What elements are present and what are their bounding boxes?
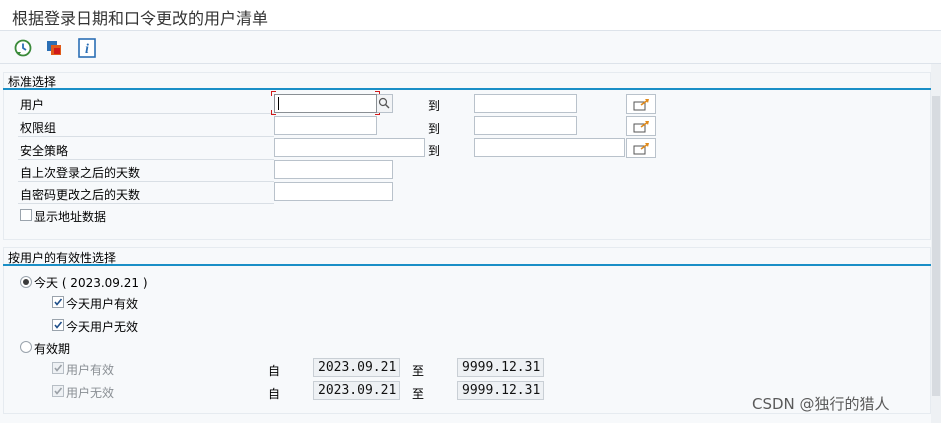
authorization-group-high-input[interactable] xyxy=(474,116,577,135)
period-invalid-label: 用户无效 xyxy=(66,386,115,400)
validity-period-radio[interactable] xyxy=(20,341,32,353)
user-low-input[interactable] xyxy=(274,94,377,113)
radio-selected-dot xyxy=(23,279,29,285)
checkmark-icon xyxy=(54,387,63,395)
group-header-line xyxy=(3,264,931,266)
days-since-password-change-input[interactable] xyxy=(274,182,393,201)
execute-clock-icon xyxy=(14,39,32,57)
svg-text:i: i xyxy=(85,42,89,57)
execute-button[interactable] xyxy=(12,37,34,59)
watermark: CSDN @独行的猎人 xyxy=(752,395,890,413)
today-valid-label: 今天用户有效 xyxy=(66,297,139,311)
application-toolbar: i xyxy=(0,32,941,64)
authorization-group-low-input[interactable] xyxy=(274,116,377,135)
period-valid-from-label: 自 xyxy=(268,364,281,378)
standard-selection-group xyxy=(3,72,931,240)
user-multiple-selection-button[interactable] xyxy=(626,94,656,114)
period-valid-label: 用户有效 xyxy=(66,363,115,377)
days-since-password-change-label: 自密码更改之后的天数 xyxy=(20,188,141,202)
user-label: 用户 xyxy=(20,98,45,112)
label-underline xyxy=(18,159,274,160)
checkmark-icon xyxy=(54,298,63,306)
period-invalid-from-label: 自 xyxy=(268,387,281,401)
text-cursor xyxy=(278,97,279,110)
today-radio[interactable] xyxy=(20,276,32,288)
user-to-label: 到 xyxy=(428,99,441,113)
today-invalid-label: 今天用户无效 xyxy=(66,320,139,334)
security-policy-high-input[interactable] xyxy=(474,138,625,157)
program-info-button[interactable]: i xyxy=(76,37,98,59)
security-policy-low-input[interactable] xyxy=(274,138,425,157)
user-high-input[interactable] xyxy=(474,94,577,113)
variants-icon xyxy=(47,41,61,55)
authorization-group-multiple-selection-button[interactable] xyxy=(626,116,656,136)
label-underline xyxy=(18,203,274,204)
today-valid-checkbox[interactable] xyxy=(52,296,64,308)
vertical-scrollbar[interactable] xyxy=(931,64,941,423)
authorization-group-to-label: 到 xyxy=(428,122,441,136)
today-label: 今天 ( 2023.09.21 ) xyxy=(34,276,148,290)
value-help-button[interactable] xyxy=(377,94,393,113)
period-invalid-to-label: 至 xyxy=(412,387,425,401)
security-policy-multiple-selection-button[interactable] xyxy=(626,138,656,158)
label-underline xyxy=(18,136,274,137)
window-title: 根据登录日期和口令更改的用户清单 xyxy=(12,9,269,28)
multiple-selection-arrow-icon xyxy=(633,143,649,155)
security-policy-to-label: 到 xyxy=(428,144,441,158)
days-since-last-logon-label: 自上次登录之后的天数 xyxy=(20,166,141,180)
show-address-data-checkbox[interactable] xyxy=(20,209,32,221)
show-address-data-label: 显示地址数据 xyxy=(34,210,107,224)
validity-period-label: 有效期 xyxy=(34,342,71,356)
period-valid-from-input[interactable]: 2023.09.21 xyxy=(313,358,400,377)
multiple-selection-arrow-icon xyxy=(633,99,649,111)
period-invalid-checkbox[interactable] xyxy=(52,385,64,397)
multiple-selection-arrow-icon xyxy=(633,121,649,133)
title-bar: 根据登录日期和口令更改的用户清单 xyxy=(0,0,941,31)
authorization-group-label: 权限组 xyxy=(20,121,57,135)
label-underline xyxy=(18,113,274,114)
period-valid-to-label: 至 xyxy=(412,364,425,378)
period-invalid-from-input[interactable]: 2023.09.21 xyxy=(313,381,400,400)
focus-corner xyxy=(271,110,276,115)
checkmark-icon xyxy=(54,364,63,372)
period-invalid-to-input[interactable]: 9999.12.31 xyxy=(457,381,544,400)
days-since-last-logon-input[interactable] xyxy=(274,160,393,179)
focus-corner xyxy=(271,91,276,96)
label-underline xyxy=(18,181,274,182)
security-policy-label: 安全策略 xyxy=(20,144,69,158)
scrollbar-thumb[interactable] xyxy=(932,96,940,396)
checkmark-icon xyxy=(54,321,63,329)
get-variant-button[interactable] xyxy=(44,37,66,59)
search-icon xyxy=(378,97,390,109)
period-valid-checkbox[interactable] xyxy=(52,362,64,374)
period-valid-to-input[interactable]: 9999.12.31 xyxy=(457,358,544,377)
today-invalid-checkbox[interactable] xyxy=(52,319,64,331)
group-header-line xyxy=(3,88,931,90)
info-icon: i xyxy=(78,38,96,58)
